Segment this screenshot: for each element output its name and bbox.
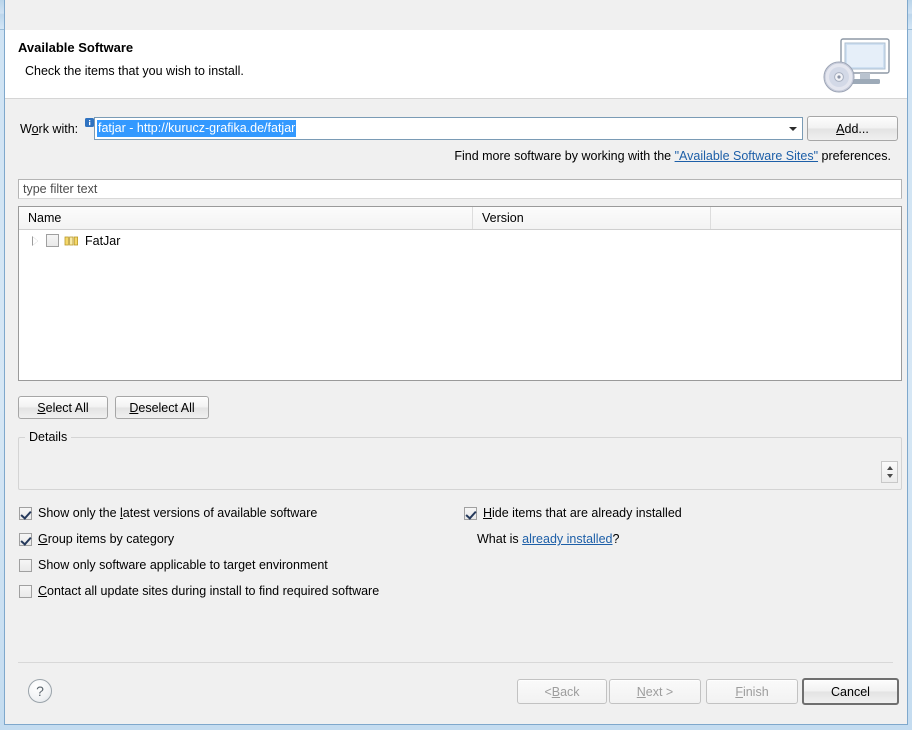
option-label: Show only software applicable to target … [38, 558, 328, 572]
page-title: Available Software [18, 40, 134, 55]
page-subtitle: Check the items that you wish to install… [25, 64, 244, 78]
help-button[interactable]: ? [28, 679, 52, 703]
option-label: Group items by category [38, 532, 175, 546]
available-software-sites-link[interactable]: "Available Software Sites" [675, 149, 818, 163]
next-button[interactable]: Next > [609, 679, 701, 704]
finish-button[interactable]: Finish [706, 679, 798, 704]
spinner-up-icon[interactable] [886, 466, 893, 470]
chevron-down-icon[interactable] [789, 127, 797, 131]
option-label: Contact all update sites during install … [38, 584, 380, 598]
category-icon [64, 234, 80, 248]
footer-separator [18, 662, 893, 663]
work-with-value: fatjar - http://kurucz-grafika.de/fatjar [97, 120, 297, 137]
column-header-extra[interactable] [711, 207, 901, 229]
checkbox[interactable] [464, 507, 477, 520]
table-rows: FatJar [19, 230, 901, 380]
column-header-name[interactable]: Name [19, 207, 473, 229]
wizard-header: Available Software Check the items that … [5, 30, 907, 99]
option-show-applicable-target[interactable]: Show only software applicable to target … [19, 558, 328, 572]
filter-input[interactable]: type filter text [18, 179, 902, 199]
available-software-table[interactable]: Name Version FatJar [18, 206, 902, 381]
option-group-by-category[interactable]: Group items by category [19, 532, 174, 546]
table-header: Name Version [19, 207, 901, 230]
option-label: Hide items that are already installed [483, 506, 682, 520]
checkbox[interactable] [19, 533, 32, 546]
row-name: FatJar [85, 233, 121, 248]
spinner-down-icon[interactable] [886, 474, 893, 478]
install-dialog-window: Install ✕ 74 Available Software Check th… [0, 0, 912, 730]
option-hide-already-installed[interactable]: Hide items that are already installed [464, 506, 682, 520]
add-site-button[interactable]: Add... [807, 116, 898, 141]
deselect-all-button[interactable]: Deselect All [115, 396, 209, 419]
option-label: Show only the latest versions of availab… [38, 506, 318, 520]
checkbox[interactable] [19, 585, 32, 598]
table-row[interactable]: FatJar [19, 230, 901, 251]
option-show-latest-versions[interactable]: Show only the latest versions of availab… [19, 506, 317, 520]
checkbox[interactable] [19, 507, 32, 520]
details-spinner[interactable] [881, 461, 898, 483]
dialog-client-area: Available Software Check the items that … [4, 0, 908, 725]
details-group [18, 437, 902, 490]
back-button[interactable]: < Back [517, 679, 607, 704]
option-contact-all-update-sites[interactable]: Contact all update sites during install … [19, 584, 379, 598]
what-is-already-installed-text: What is already installed? [477, 532, 620, 546]
checkbox[interactable] [19, 559, 32, 572]
monitor-disc-icon [817, 35, 895, 95]
find-more-software-text: Find more software by working with the "… [454, 149, 891, 163]
question-mark-icon: ? [36, 683, 44, 699]
column-header-version[interactable]: Version [473, 207, 711, 229]
chevron-right-icon[interactable] [30, 234, 43, 247]
work-with-combo[interactable]: fatjar - http://kurucz-grafika.de/fatjar [94, 117, 803, 140]
cancel-button[interactable]: Cancel [802, 678, 899, 705]
select-all-button[interactable]: Select All [18, 396, 108, 419]
info-decoration-icon [85, 116, 94, 127]
work-with-label: Work with: [20, 122, 79, 136]
details-label: Details [25, 430, 72, 444]
already-installed-link[interactable]: already installed [522, 532, 612, 546]
row-checkbox[interactable] [46, 234, 59, 247]
filter-placeholder: type filter text [23, 182, 98, 196]
